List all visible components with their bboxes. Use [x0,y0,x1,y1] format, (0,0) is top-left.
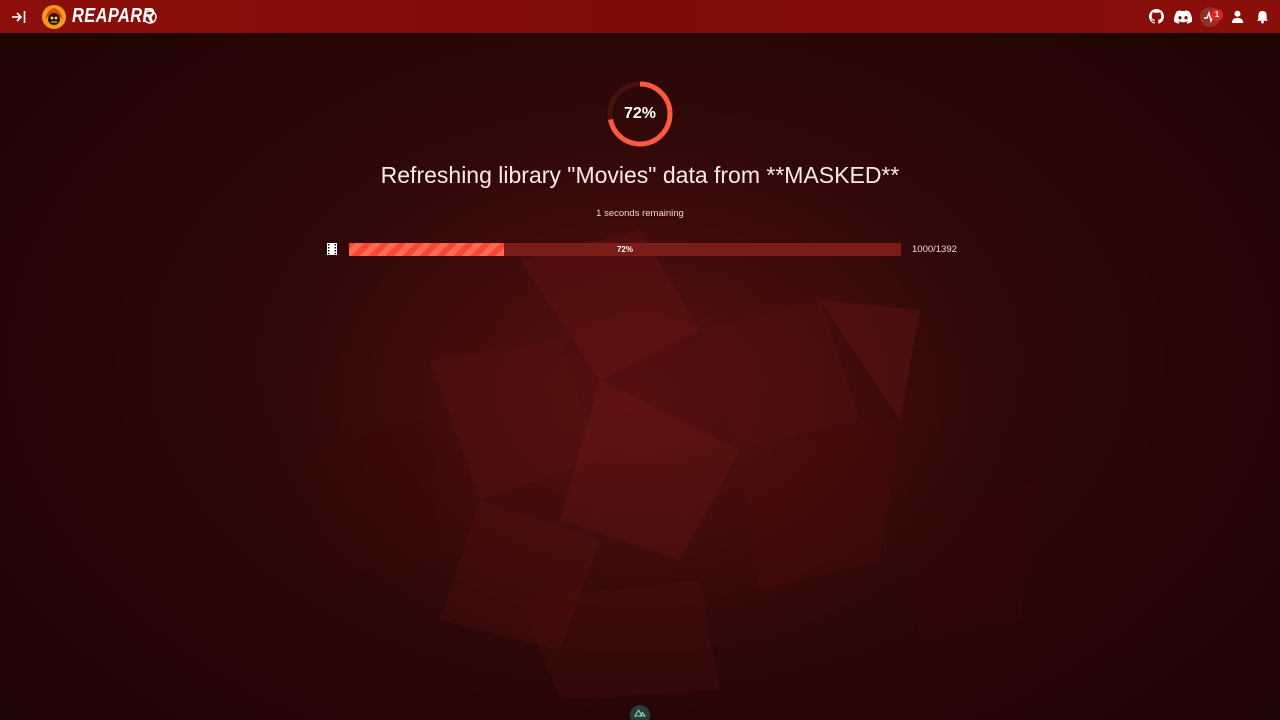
film-icon [327,243,337,255]
discord-icon [1174,9,1192,24]
activity-badge: 1 [1211,8,1223,21]
app-logo[interactable] [40,0,68,33]
activity-button[interactable]: 1 [1199,0,1223,33]
main-content: 72% Refreshing library "Movies" data fro… [0,33,1280,720]
user-menu-button[interactable] [1228,0,1246,33]
github-icon [1148,9,1164,24]
time-remaining: 1 seconds remaining [596,208,684,219]
github-link[interactable] [1147,0,1165,33]
top-navigation-bar: REAPARR 1 [0,0,1280,33]
sidebar-toggle-icon [12,10,26,23]
notifications-button[interactable] [1253,0,1271,33]
progress-ring: 72% [606,80,674,148]
user-icon [1231,10,1243,23]
item-count: 1000/1392 [912,244,957,255]
discord-link[interactable] [1172,0,1194,33]
bell-icon [1256,10,1268,23]
version-v-icon [143,9,157,24]
progress-bar: 72% [349,243,901,256]
version-button[interactable] [142,0,158,33]
footer-logo[interactable] [630,705,650,720]
nuxt-icon [634,708,646,717]
progress-ring-percent: 72% [623,105,657,122]
progress-bar-label: 72% [616,245,633,254]
reaper-logo-icon [42,4,66,29]
sidebar-toggle-button[interactable] [8,0,30,33]
task-title: Refreshing library "Movies" data from **… [380,162,900,188]
